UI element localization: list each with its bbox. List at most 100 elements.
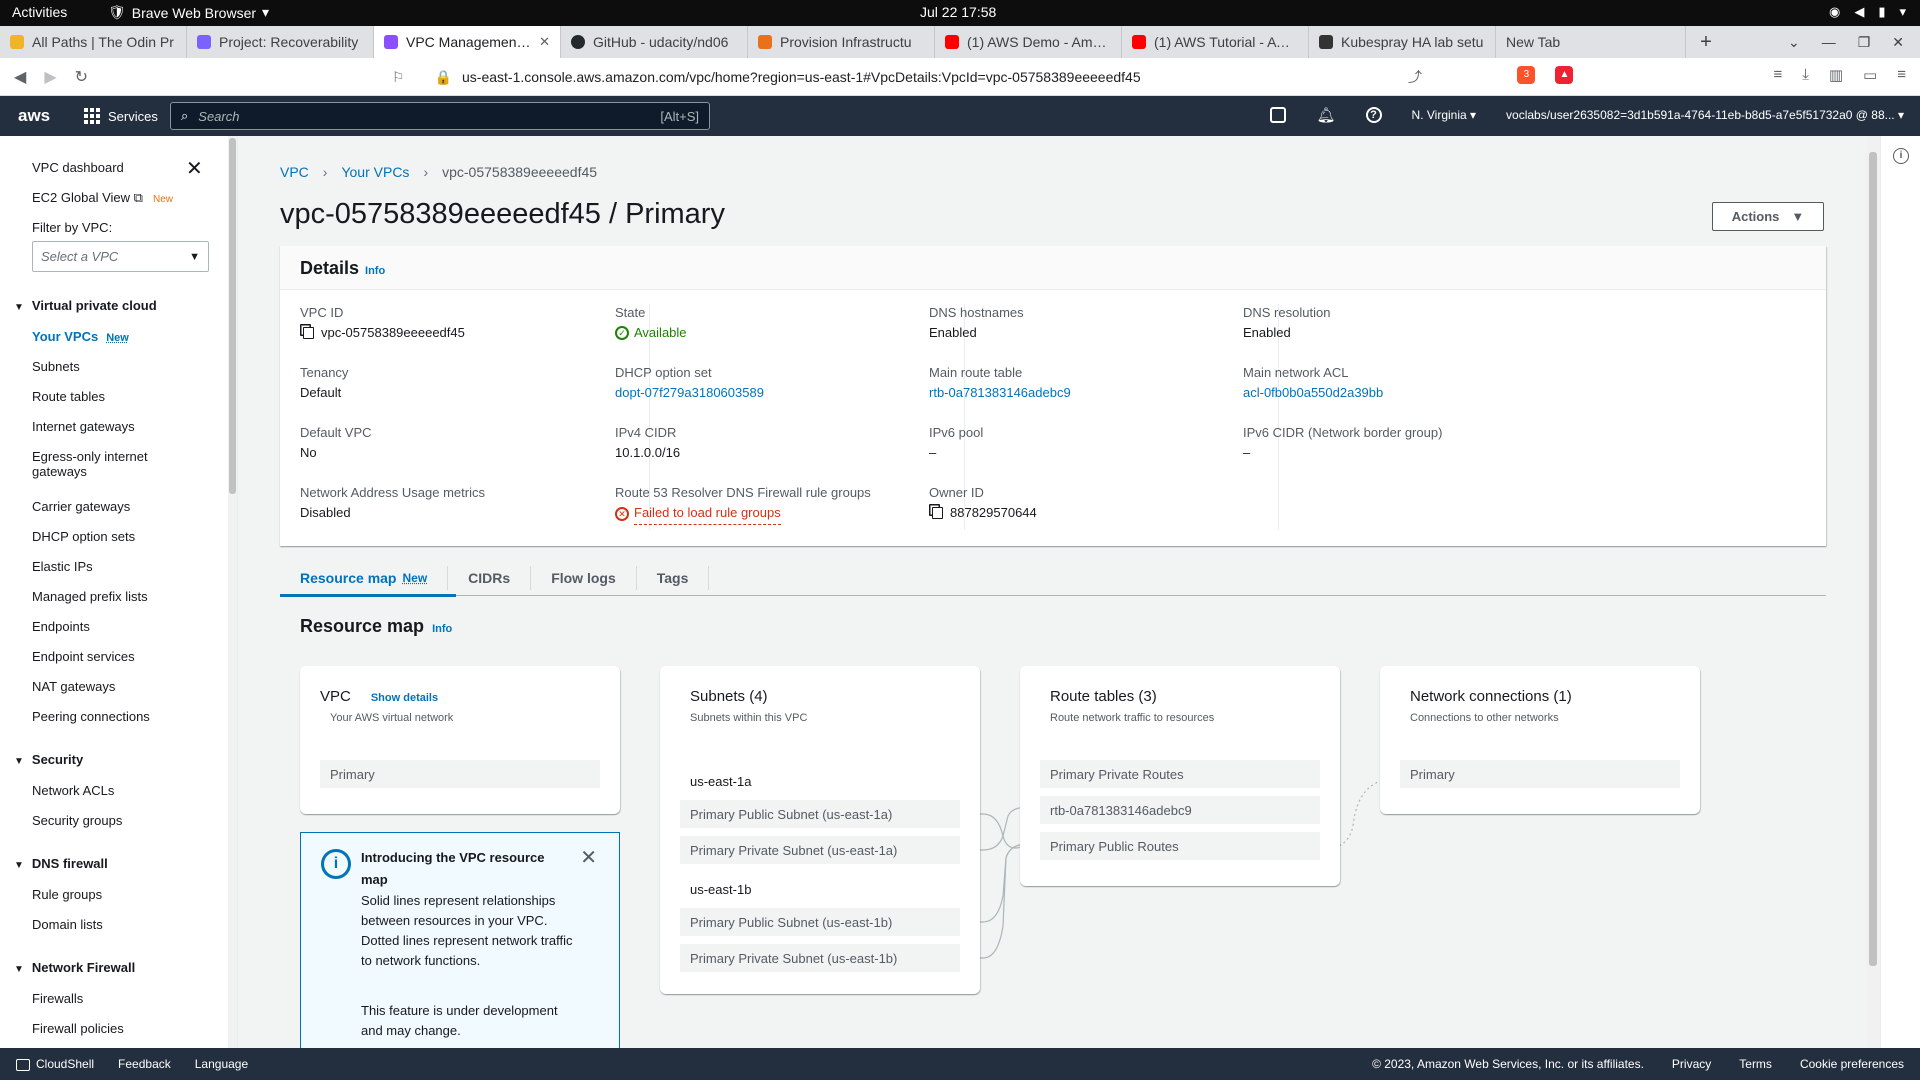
maximize-icon[interactable]: ❐ bbox=[1858, 34, 1871, 51]
browser-tab[interactable]: Kubespray HA lab setu bbox=[1309, 26, 1496, 58]
browser-tab[interactable]: (1) AWS Tutorial - AWS bbox=[1122, 26, 1309, 58]
sidebar-item-rule-groups[interactable]: Rule groups bbox=[32, 887, 102, 902]
tab-tags[interactable]: Tags bbox=[637, 566, 710, 590]
sidebar-section-network-firewall[interactable]: Network Firewall bbox=[14, 960, 135, 975]
info-icon[interactable]: i bbox=[1893, 148, 1909, 164]
reload-icon[interactable]: ↻ bbox=[75, 67, 88, 87]
r53-error-value[interactable]: Failed to load rule groups bbox=[634, 502, 781, 525]
terms-link[interactable]: Terms bbox=[1739, 1057, 1772, 1071]
menu-icon[interactable]: ≡ bbox=[1897, 66, 1906, 84]
notifications-icon[interactable]: 🔔︎ bbox=[1316, 106, 1335, 124]
activities-button[interactable]: Activities bbox=[12, 4, 67, 20]
minimize-icon[interactable]: — bbox=[1822, 34, 1836, 51]
feedback-link[interactable]: Feedback bbox=[118, 1057, 171, 1071]
account-menu[interactable]: voclabs/user2635082=3d1b591a-4764-11eb-b… bbox=[1506, 108, 1904, 122]
sidebar-item-vpc-dashboard[interactable]: VPC dashboard bbox=[32, 160, 124, 175]
sidebar-item-egress-only[interactable]: Egress-only internet gateways bbox=[32, 449, 148, 479]
subnet-item[interactable]: Primary Private Subnet (us-east-1b) bbox=[680, 944, 960, 972]
info-link[interactable]: Info bbox=[365, 265, 385, 277]
brave-rewards-icon[interactable]: ▲ bbox=[1555, 66, 1574, 84]
app-menu[interactable]: 🛡 Brave Web Browser ▾ bbox=[108, 4, 269, 21]
playlist-icon[interactable]: ≡ bbox=[1773, 66, 1782, 84]
sidebar-item-internet-gateways[interactable]: Internet gateways bbox=[32, 419, 135, 434]
sidebar-item-subnets[interactable]: Subnets bbox=[32, 359, 80, 374]
cookie-preferences-link[interactable]: Cookie preferences bbox=[1800, 1057, 1904, 1071]
main-scrollbar[interactable] bbox=[1866, 136, 1880, 1048]
wallet-icon[interactable]: ▭ bbox=[1863, 66, 1877, 84]
browser-tab[interactable]: Project: Recoverability bbox=[187, 26, 374, 58]
tab-search-icon[interactable]: ⌄ bbox=[1788, 34, 1800, 51]
sidebar-item-firewall-policies[interactable]: Firewall policies bbox=[32, 1021, 124, 1036]
sidebar-scrollbar[interactable] bbox=[228, 136, 237, 1048]
brave-shields-icon[interactable]: 3 bbox=[1517, 66, 1536, 84]
sidebar-item-endpoints[interactable]: Endpoints bbox=[32, 619, 90, 634]
route-table-item[interactable]: Primary Public Routes bbox=[1040, 832, 1320, 860]
browser-tab[interactable]: All Paths | The Odin Pr bbox=[0, 26, 187, 58]
sidebar-item-security-groups[interactable]: Security groups bbox=[32, 813, 122, 828]
sidebar-item-route-tables[interactable]: Route tables bbox=[32, 389, 105, 404]
close-window-icon[interactable]: ✕ bbox=[1892, 34, 1904, 51]
aws-logo[interactable]: aws bbox=[18, 106, 62, 126]
sidebar-item-prefix-lists[interactable]: Managed prefix lists bbox=[32, 589, 148, 604]
sidebar-item-domain-lists[interactable]: Domain lists bbox=[32, 917, 103, 932]
show-details-link[interactable]: Show details bbox=[371, 692, 438, 704]
sidebar-item-dhcp-option-sets[interactable]: DHCP option sets bbox=[32, 529, 135, 544]
subnet-item[interactable]: Primary Private Subnet (us-east-1a) bbox=[680, 836, 960, 864]
main-network-acl-link[interactable]: acl-0fb0b0a550d2a39bb bbox=[1243, 382, 1593, 404]
sidebar-icon[interactable]: ▥ bbox=[1829, 66, 1843, 84]
region-selector[interactable]: N. Virginia ▾ bbox=[1412, 108, 1477, 122]
scrollbar-thumb[interactable] bbox=[1869, 152, 1877, 966]
browser-tab[interactable]: Provision Infrastructu bbox=[748, 26, 935, 58]
close-tab-icon[interactable]: ✕ bbox=[539, 34, 550, 50]
new-tab-button[interactable]: + bbox=[1686, 31, 1726, 54]
privacy-link[interactable]: Privacy bbox=[1672, 1057, 1711, 1071]
share-icon[interactable]: ⤴ bbox=[1408, 67, 1422, 87]
clock[interactable]: Jul 22 17:58 bbox=[920, 4, 996, 20]
cloudshell-icon[interactable] bbox=[1270, 107, 1287, 123]
back-icon[interactable]: ◀ bbox=[14, 67, 26, 87]
sidebar-item-your-vpcs[interactable]: Your VPCs New bbox=[32, 329, 129, 344]
vpc-item[interactable]: Primary bbox=[320, 760, 600, 788]
sidebar-section-security[interactable]: Security bbox=[14, 752, 83, 767]
sidebar-item-ec2-global-view[interactable]: EC2 Global View ⧉ New bbox=[32, 190, 173, 206]
tab-flow-logs[interactable]: Flow logs bbox=[531, 566, 637, 590]
services-menu[interactable]: Services bbox=[84, 108, 158, 124]
lock-icon[interactable]: 🔒 bbox=[435, 69, 452, 86]
sidebar-item-nat-gateways[interactable]: NAT gateways bbox=[32, 679, 115, 694]
sidebar-section-dns-firewall[interactable]: DNS firewall bbox=[14, 856, 108, 871]
sidebar-item-elastic-ips[interactable]: Elastic IPs bbox=[32, 559, 93, 574]
sidebar-section-vpc[interactable]: Virtual private cloud bbox=[14, 298, 157, 313]
subnet-item[interactable]: Primary Public Subnet (us-east-1b) bbox=[680, 908, 960, 936]
info-link[interactable]: Info bbox=[432, 623, 452, 635]
tab-cidrs[interactable]: CIDRs bbox=[448, 566, 532, 590]
sidebar-item-endpoint-services[interactable]: Endpoint services bbox=[32, 649, 135, 664]
address-bar[interactable]: ⚐ 🔒 us-east-1.console.aws.amazon.com/vpc… bbox=[392, 65, 1422, 89]
close-icon[interactable]: ✕ bbox=[186, 156, 203, 181]
sidebar-item-peering[interactable]: Peering connections bbox=[32, 709, 150, 724]
actions-button[interactable]: Actions ▼ bbox=[1712, 202, 1824, 231]
browser-tab[interactable]: GitHub - udacity/nd06 bbox=[561, 26, 748, 58]
browser-tab[interactable]: (1) AWS Demo - Amazo bbox=[935, 26, 1122, 58]
sidebar-item-firewalls[interactable]: Firewalls bbox=[32, 991, 83, 1006]
copy-icon[interactable] bbox=[303, 327, 314, 339]
route-table-item[interactable]: Primary Private Routes bbox=[1040, 760, 1320, 788]
breadcrumb-vpc[interactable]: VPC bbox=[280, 164, 309, 180]
system-tray[interactable]: ◉ ◀ ▮ ▾ bbox=[1829, 4, 1906, 20]
language-link[interactable]: Language bbox=[195, 1057, 248, 1071]
download-icon[interactable]: ⤓ bbox=[1802, 66, 1809, 84]
search-input[interactable]: ⌕ Search [Alt+S] bbox=[170, 102, 710, 130]
browser-tab-active[interactable]: VPC Management C ✕ bbox=[374, 26, 561, 58]
url-text[interactable]: us-east-1.console.aws.amazon.com/vpc/hom… bbox=[462, 69, 1141, 85]
breadcrumb-your-vpcs[interactable]: Your VPCs bbox=[341, 164, 409, 180]
vpc-filter-select[interactable]: Select a VPC ▼ bbox=[32, 241, 209, 272]
subnet-item[interactable]: Primary Public Subnet (us-east-1a) bbox=[680, 800, 960, 828]
cloudshell-link[interactable]: CloudShell bbox=[16, 1057, 94, 1071]
network-connection-item[interactable]: Primary bbox=[1400, 760, 1680, 788]
sidebar-item-network-acls[interactable]: Network ACLs bbox=[32, 783, 114, 798]
help-icon[interactable]: ? bbox=[1365, 107, 1382, 123]
copy-icon[interactable] bbox=[932, 507, 943, 519]
browser-tab[interactable]: New Tab bbox=[1496, 26, 1686, 58]
sidebar-item-carrier-gateways[interactable]: Carrier gateways bbox=[32, 499, 130, 514]
route-table-item[interactable]: rtb-0a781383146adebc9 bbox=[1040, 796, 1320, 824]
scrollbar-thumb[interactable] bbox=[229, 138, 236, 494]
